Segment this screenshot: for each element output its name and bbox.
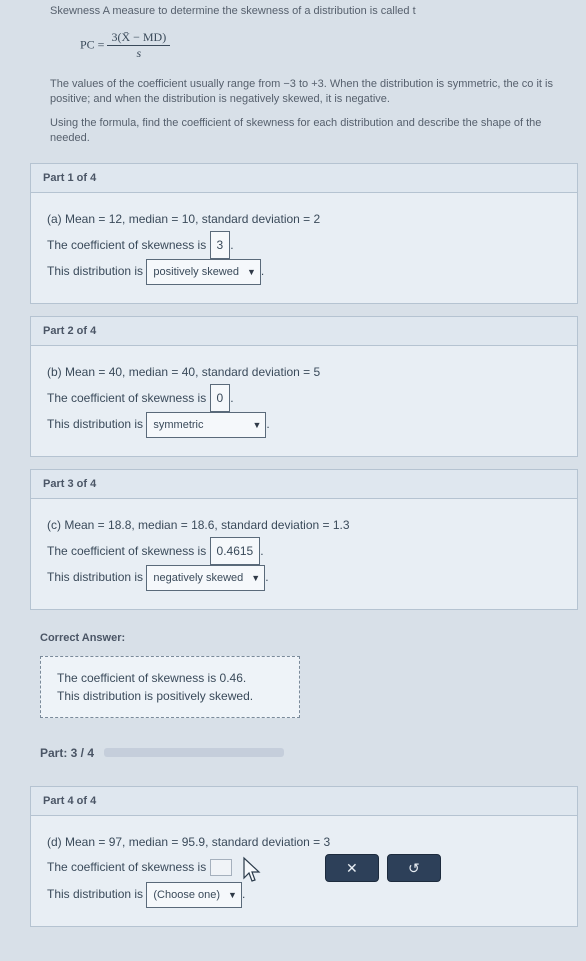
dropdown-arrow-icon: ▼ [252, 416, 261, 434]
progress-row: Part: 3 / 4 [20, 734, 586, 774]
part-3-statline: (c) Mean = 18.8, median = 18.6, standard… [47, 513, 561, 537]
progress-label: Part: 3 / 4 [40, 746, 94, 760]
part-3-header: Part 3 of 4 [31, 470, 577, 499]
part-3-dist-value: negatively skewed [153, 567, 243, 589]
dropdown-arrow-icon: ▼ [251, 569, 260, 587]
part-4-header: Part 4 of 4 [31, 787, 577, 816]
part-2-coef-input[interactable]: 0 [210, 384, 231, 412]
correct-line-1: The coefficient of skewness is 0.46. [57, 669, 283, 687]
part-1-dist-value: positively skewed [153, 261, 239, 283]
part-1-coef-label: The coefficient of skewness is [47, 238, 206, 252]
progress-bar [104, 748, 284, 757]
part-4-box: Part 4 of 4 (d) Mean = 97, median = 95.9… [30, 786, 578, 927]
part-2-box: Part 2 of 4 (b) Mean = 40, median = 40, … [30, 316, 578, 457]
part-2-header: Part 2 of 4 [31, 317, 577, 346]
part-1-dist-label: This distribution is [47, 264, 143, 278]
part-1-header: Part 1 of 4 [31, 164, 577, 193]
part-1-box: Part 1 of 4 (a) Mean = 12, median = 10, … [30, 163, 578, 304]
close-button[interactable]: ✕ [325, 854, 379, 882]
cursor-icon [242, 856, 264, 884]
dropdown-arrow-icon: ▼ [228, 886, 237, 904]
part-3-coef-label: The coefficient of skewness is [47, 544, 206, 558]
correct-line-2: This distribution is positively skewed. [57, 687, 283, 705]
part-4-dist-select[interactable]: (Choose one) ▼ [146, 882, 242, 908]
part-1-dist-select[interactable]: positively skewed ▼ [146, 259, 261, 285]
part-2-dist-select[interactable]: symmetric ▼ [146, 412, 266, 438]
part-2-statline: (b) Mean = 40, median = 40, standard dev… [47, 360, 561, 384]
part-4-coef-input[interactable] [210, 859, 232, 876]
part-3-dist-select[interactable]: negatively skewed ▼ [146, 565, 265, 591]
part-4-dist-label: This distribution is [47, 887, 143, 901]
part-4-dist-value: (Choose one) [153, 884, 220, 906]
part-3-dist-label: This distribution is [47, 570, 143, 584]
formula-label: PC = [80, 37, 104, 51]
formula-numerator: 3(X̄ − MD) [107, 30, 170, 46]
part-1-statline: (a) Mean = 12, median = 10, standard dev… [47, 207, 561, 231]
part-4-coef-label: The coefficient of skewness is [47, 860, 206, 874]
part-2-dist-value: symmetric [153, 414, 203, 436]
dropdown-arrow-icon: ▼ [247, 263, 256, 281]
reset-button[interactable]: ↺ [387, 854, 441, 882]
heading-fragment: Skewness A measure to determine the skew… [20, 0, 586, 22]
formula-denominator: s [107, 46, 170, 61]
part-1-coef-input[interactable]: 3 [210, 231, 231, 259]
part-2-coef-label: The coefficient of skewness is [47, 391, 206, 405]
part-3-coef-input[interactable]: 0.4615 [210, 537, 261, 565]
explain-paragraph-2: Using the formula, find the coefficient … [20, 112, 586, 151]
correct-answer-header: Correct Answer: [20, 622, 586, 652]
correct-answer-box: The coefficient of skewness is 0.46. Thi… [40, 656, 300, 718]
part-3-box: Part 3 of 4 (c) Mean = 18.8, median = 18… [30, 469, 578, 610]
formula: PC = 3(X̄ − MD) s [20, 22, 586, 73]
part-4-statline: (d) Mean = 97, median = 95.9, standard d… [47, 830, 561, 854]
part-2-dist-label: This distribution is [47, 417, 143, 431]
explain-paragraph-1: The values of the coefficient usually ra… [20, 73, 586, 112]
